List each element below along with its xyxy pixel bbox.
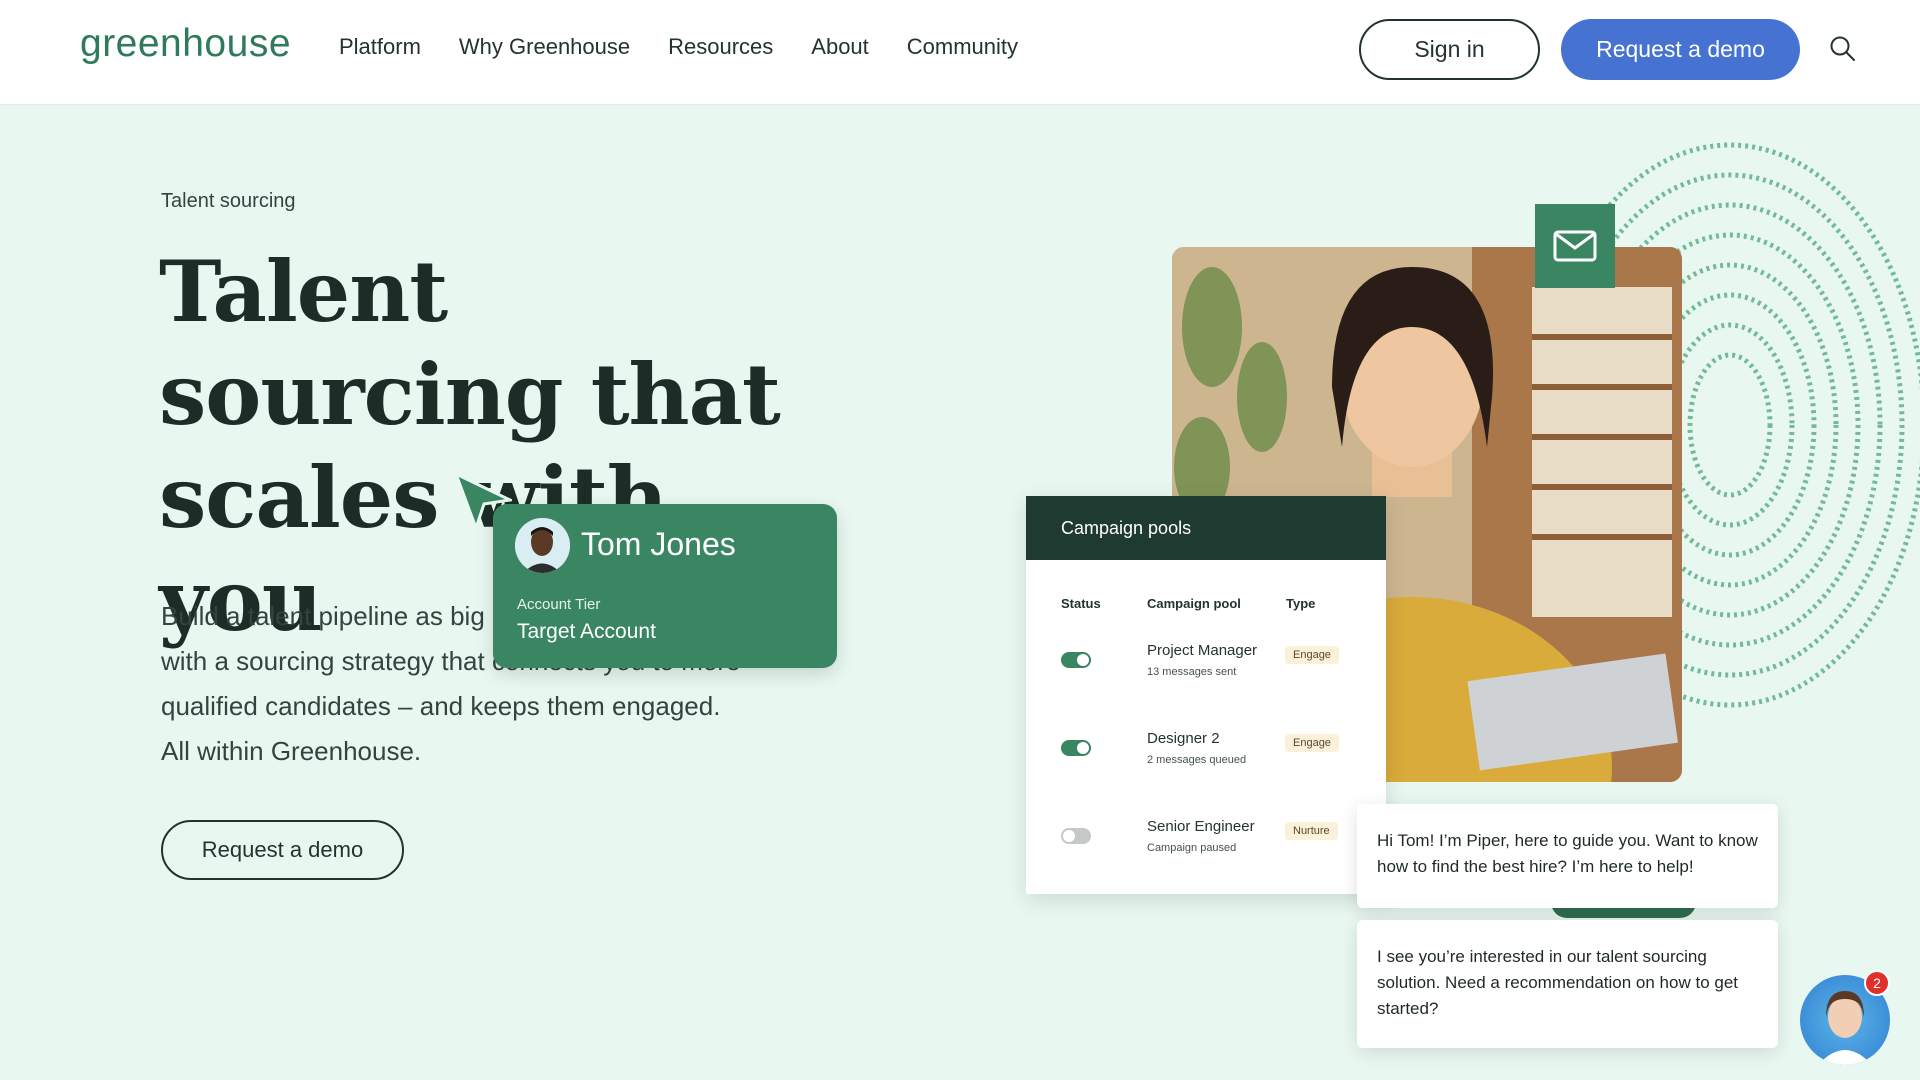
request-demo-button[interactable]: Request a demo — [1561, 19, 1800, 80]
nav-item-about[interactable]: About — [811, 34, 869, 60]
site-header: greenhouse Platform Why Greenhouse Resou… — [0, 0, 1920, 105]
nav-item-resources[interactable]: Resources — [668, 34, 773, 60]
table-row: Project Manager 13 messages sent Engage — [1026, 642, 1386, 702]
table-row: Senior Engineer Campaign paused Nurture — [1026, 818, 1386, 878]
column-header-campaign-pool: Campaign pool — [1147, 596, 1241, 611]
campaign-pools-card: Campaign pools Status Campaign pool Type… — [1026, 496, 1386, 894]
hero-request-demo-button[interactable]: Request a demo — [161, 820, 404, 880]
pool-name: Senior Engineer — [1147, 818, 1255, 835]
pool-status-text: 2 messages queued — [1147, 754, 1247, 766]
contact-name: Tom Jones — [581, 526, 736, 562]
greenhouse-logo[interactable]: greenhouse — [80, 22, 291, 66]
nav-item-platform[interactable]: Platform — [339, 34, 421, 60]
account-tier-value: Target Account — [517, 620, 656, 643]
column-header-status: Status — [1061, 596, 1101, 611]
status-toggle[interactable] — [1061, 652, 1091, 668]
account-tier-label: Account Tier — [517, 596, 601, 613]
chat-message-1: Hi Tom! I’m Piper, here to guide you. Wa… — [1357, 804, 1778, 908]
main-nav: Platform Why Greenhouse Resources About … — [339, 34, 1056, 60]
pool-name: Project Manager — [1147, 642, 1258, 659]
column-header-type: Type — [1286, 596, 1316, 611]
nav-item-community[interactable]: Community — [907, 34, 1018, 60]
hero-eyebrow: Talent sourcing — [161, 190, 296, 212]
status-toggle[interactable] — [1061, 740, 1091, 756]
pool-status-text: 13 messages sent — [1147, 666, 1237, 678]
chat-message-2: I see you’re interested in our talent so… — [1357, 920, 1778, 1048]
mail-icon — [1535, 204, 1615, 288]
sign-in-button[interactable]: Sign in — [1359, 19, 1540, 80]
pool-status-text: Campaign paused — [1147, 842, 1237, 854]
pool-name: Designer 2 — [1147, 730, 1220, 747]
status-toggle[interactable] — [1061, 828, 1091, 844]
tom-jones-card: Tom Jones Account Tier Target Account — [493, 504, 837, 668]
avatar — [515, 518, 570, 573]
pool-type-badge: Engage — [1285, 646, 1339, 664]
search-icon[interactable] — [1828, 34, 1858, 64]
pool-type-badge: Engage — [1285, 734, 1339, 752]
campaign-pools-title: Campaign pools — [1026, 496, 1386, 560]
pool-type-badge: Nurture — [1285, 822, 1338, 840]
nav-item-why-greenhouse[interactable]: Why Greenhouse — [459, 34, 630, 60]
notification-badge: 2 — [1864, 970, 1890, 996]
table-row: Designer 2 2 messages queued Engage — [1026, 730, 1386, 790]
